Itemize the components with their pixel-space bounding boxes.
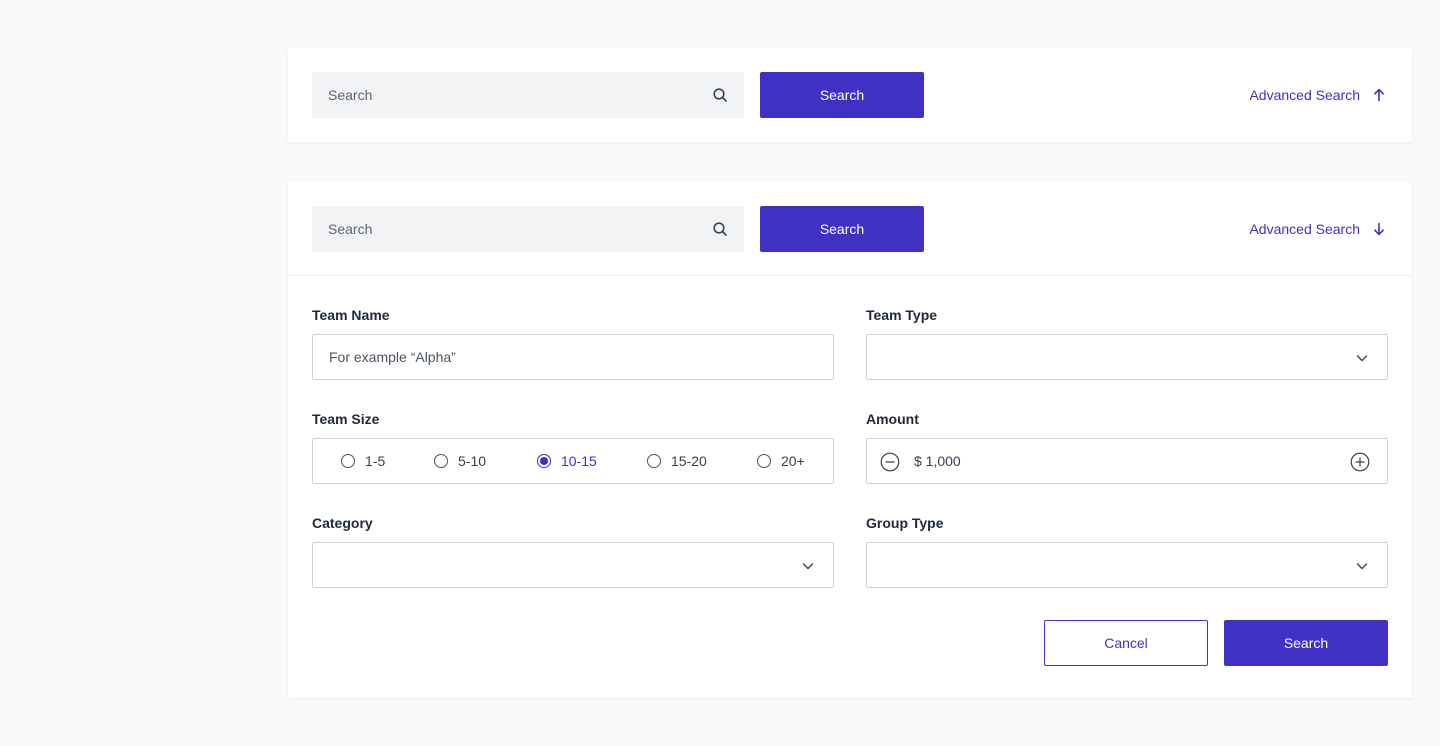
team-name-field[interactable] (312, 334, 834, 380)
amount-stepper[interactable]: $ 1,000 (866, 438, 1388, 484)
team-name-input[interactable] (313, 335, 833, 379)
team-size-label: Team Size (312, 411, 380, 427)
team-size-option-label: 1-5 (365, 453, 386, 469)
radio-button[interactable] (537, 454, 551, 468)
advanced-search-toggle[interactable]: Advanced Search (1249, 218, 1386, 240)
team-size-option[interactable]: 5-10 (434, 453, 486, 469)
arrow-up-icon (1373, 88, 1384, 102)
radio-button[interactable] (647, 454, 661, 468)
search-field[interactable] (312, 206, 744, 252)
chevron-down-icon (802, 563, 814, 570)
team-size-option-label: 20+ (781, 453, 805, 469)
amount-label: Amount (866, 411, 919, 427)
simple-search-row: Search Advanced Search (288, 48, 1412, 142)
advanced-search-toggle[interactable]: Advanced Search (1249, 84, 1386, 106)
advanced-search-label: Advanced Search (1249, 87, 1360, 103)
simple-search-card: Search Advanced Search (288, 48, 1412, 142)
advanced-search-card: Search Advanced Search Team Name Team Ty… (288, 182, 1412, 698)
submit-search-button[interactable]: Search (1224, 620, 1388, 666)
team-size-option[interactable]: 15-20 (647, 453, 707, 469)
search-button[interactable]: Search (760, 206, 924, 252)
search-button[interactable]: Search (760, 72, 924, 118)
minus-circle-icon[interactable] (880, 452, 900, 472)
radio-button[interactable] (341, 454, 355, 468)
plus-circle-icon[interactable] (1350, 452, 1370, 472)
category-label: Category (312, 515, 373, 531)
team-type-select[interactable] (866, 334, 1388, 380)
chevron-down-icon (1356, 563, 1368, 570)
cancel-button[interactable]: Cancel (1044, 620, 1208, 666)
advanced-search-label: Advanced Search (1249, 221, 1360, 237)
chevron-down-icon (1356, 355, 1368, 362)
team-size-option[interactable]: 1-5 (341, 453, 385, 469)
divider (288, 275, 1412, 276)
group-type-label: Group Type (866, 515, 944, 531)
radio-button[interactable] (757, 454, 771, 468)
team-type-label: Team Type (866, 307, 938, 323)
team-size-option-label: 5-10 (458, 453, 487, 469)
search-input[interactable] (312, 72, 744, 118)
search-input[interactable] (312, 206, 744, 252)
search-icon (713, 88, 727, 102)
amount-value[interactable]: $ 1,000 (914, 453, 961, 469)
arrow-down-icon (1373, 222, 1384, 236)
team-size-option-label: 10-15 (561, 453, 597, 469)
category-select[interactable] (312, 542, 834, 588)
team-size-radio-group: 1-5 5-10 10-15 15-20 20+ (312, 438, 834, 484)
search-icon (713, 222, 727, 236)
team-size-option-label: 15-20 (671, 453, 707, 469)
team-size-option[interactable]: 10-15 (537, 453, 597, 469)
radio-button[interactable] (434, 454, 448, 468)
advanced-search-row: Search Advanced Search (288, 182, 1412, 276)
team-size-option[interactable]: 20+ (757, 453, 805, 469)
team-name-label: Team Name (312, 307, 390, 323)
group-type-select[interactable] (866, 542, 1388, 588)
search-field[interactable] (312, 72, 744, 118)
